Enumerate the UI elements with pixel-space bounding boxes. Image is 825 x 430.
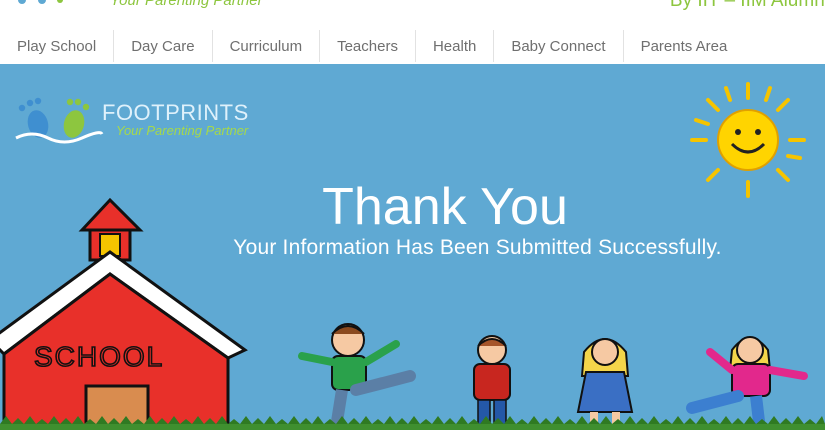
grass-strip bbox=[0, 416, 825, 430]
nav-item-play-school[interactable]: Play School bbox=[0, 30, 115, 62]
child-figure-icon bbox=[686, 336, 808, 430]
nav-item-parents-area[interactable]: Parents Area bbox=[624, 30, 745, 62]
header-alumni-text: By IIT – IIM Alumni bbox=[669, 0, 825, 11]
top-header: Your Parenting Partner By IIT – IIM Alum… bbox=[0, 0, 825, 26]
school-sign-text: SCHOOL bbox=[34, 341, 164, 372]
thank-you-banner: FOOTPRINTS Your Parenting Partner Thank … bbox=[0, 64, 825, 430]
nav-item-health[interactable]: Health bbox=[416, 30, 495, 62]
nav-item-teachers[interactable]: Teachers bbox=[320, 30, 416, 62]
nav-item-baby-connect[interactable]: Baby Connect bbox=[494, 30, 624, 62]
child-figure-icon bbox=[298, 323, 416, 429]
main-nav: Play School Day Care Curriculum Teachers… bbox=[0, 28, 825, 64]
brand-tagline: Your Parenting Partner bbox=[116, 123, 249, 138]
nav-item-curriculum[interactable]: Curriculum bbox=[213, 30, 321, 62]
nav-item-day-care[interactable]: Day Care bbox=[114, 30, 213, 62]
footprints-logo-icon bbox=[18, 0, 63, 4]
school-house-icon: SCHOOL bbox=[0, 197, 248, 430]
header-tagline: Your Parenting Partner bbox=[110, 0, 263, 9]
